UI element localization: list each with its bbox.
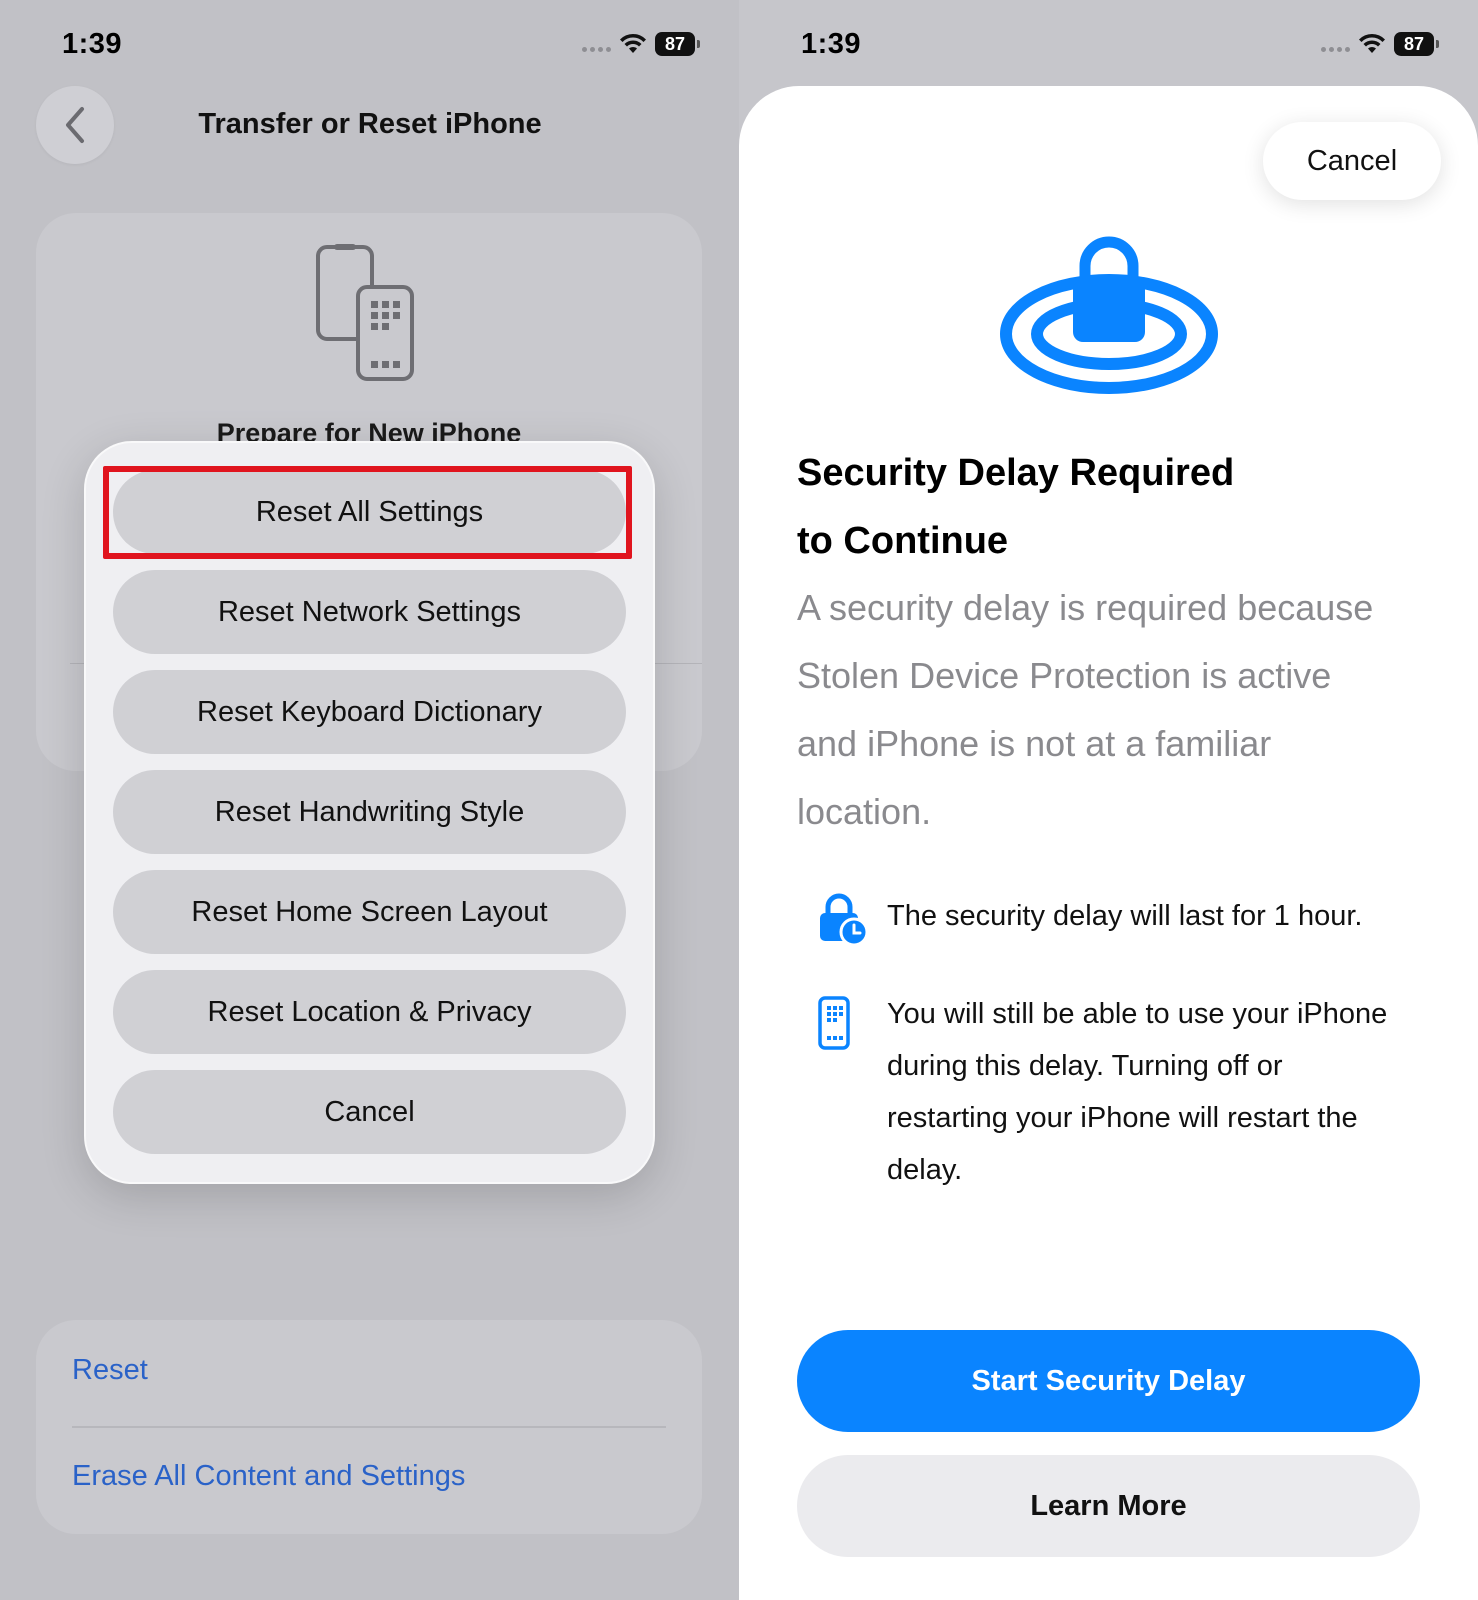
signal-icon [1321,34,1350,54]
cancel-button[interactable]: Cancel [1263,122,1441,200]
info-line: You will still be able to use your iPhon… [887,998,1388,1030]
reset-network-settings-button[interactable]: Reset Network Settings [113,570,626,654]
security-lock-icon [1000,236,1218,394]
status-time: 1:39 [801,28,862,60]
divider [72,1426,666,1428]
info-row-duration: The security delay will last for 1 hour. [797,890,1437,946]
iphone-transfer-icon [316,244,414,381]
info-line: delay. [887,1154,963,1186]
security-delay-screen: 1:39 87 Cancel Security Delay Required t… [739,0,1478,1600]
info-icon-wrap [797,988,887,1196]
erase-all-link[interactable]: Erase All Content and Settings [72,1460,465,1493]
reset-keyboard-dictionary-button[interactable]: Reset Keyboard Dictionary [113,670,626,754]
wifi-icon [620,33,646,53]
status-time: 1:39 [62,28,123,60]
description-line: and iPhone is not at a familiar [797,723,1272,764]
wifi-icon [1359,33,1385,53]
reset-card: Reset Erase All Content and Settings [36,1320,702,1534]
info-line: restarting your iPhone will restart the [887,1102,1358,1134]
back-button[interactable] [36,86,114,164]
info-line: during this delay. Turning off or [887,1050,1283,1082]
description-line: location. [797,791,932,832]
reset-link[interactable]: Reset [72,1354,148,1387]
reset-all-settings-button[interactable]: Reset All Settings [113,470,626,554]
iphone-icon [818,996,850,1050]
security-delay-sheet: Cancel Security Delay Required to Contin… [739,86,1478,1600]
info-line: The security delay will last for 1 hour. [887,900,1363,932]
lock-clock-icon [820,893,867,946]
transfer-reset-screen: 1:39 87 Transfer or Reset iPhone Prepare… [0,0,739,1600]
sheet-title-line1: Security Delay Required [797,452,1235,494]
reset-handwriting-style-button[interactable]: Reset Handwriting Style [113,770,626,854]
info-text: You will still be able to use your iPhon… [887,988,1387,1196]
sheet-title: Security Delay Required to Continue [797,439,1317,575]
page-title: Transfer or Reset iPhone [198,108,542,140]
status-icons: 87 [1321,30,1439,58]
reset-action-sheet: Reset All Settings Reset Network Setting… [84,441,655,1184]
cancel-button[interactable]: Cancel [113,1070,626,1154]
chevron-left-icon [66,107,84,143]
sheet-description: A security delay is required because Sto… [797,574,1437,846]
learn-more-button[interactable]: Learn More [797,1455,1420,1557]
battery-indicator: 87 [655,32,700,56]
info-text: The security delay will last for 1 hour. [887,890,1362,946]
start-security-delay-button[interactable]: Start Security Delay [797,1330,1420,1432]
info-icon-wrap [797,890,887,946]
info-row-usage: You will still be able to use your iPhon… [797,988,1437,1196]
description-line: Stolen Device Protection is active [797,655,1332,696]
reset-location-privacy-button[interactable]: Reset Location & Privacy [113,970,626,1054]
description-line: A security delay is required because [797,587,1374,628]
sheet-title-line2: to Continue [797,520,1009,562]
battery-indicator: 87 [1394,32,1439,56]
signal-icon [582,34,611,54]
reset-home-screen-layout-button[interactable]: Reset Home Screen Layout [113,870,626,954]
status-icons: 87 [582,30,700,58]
